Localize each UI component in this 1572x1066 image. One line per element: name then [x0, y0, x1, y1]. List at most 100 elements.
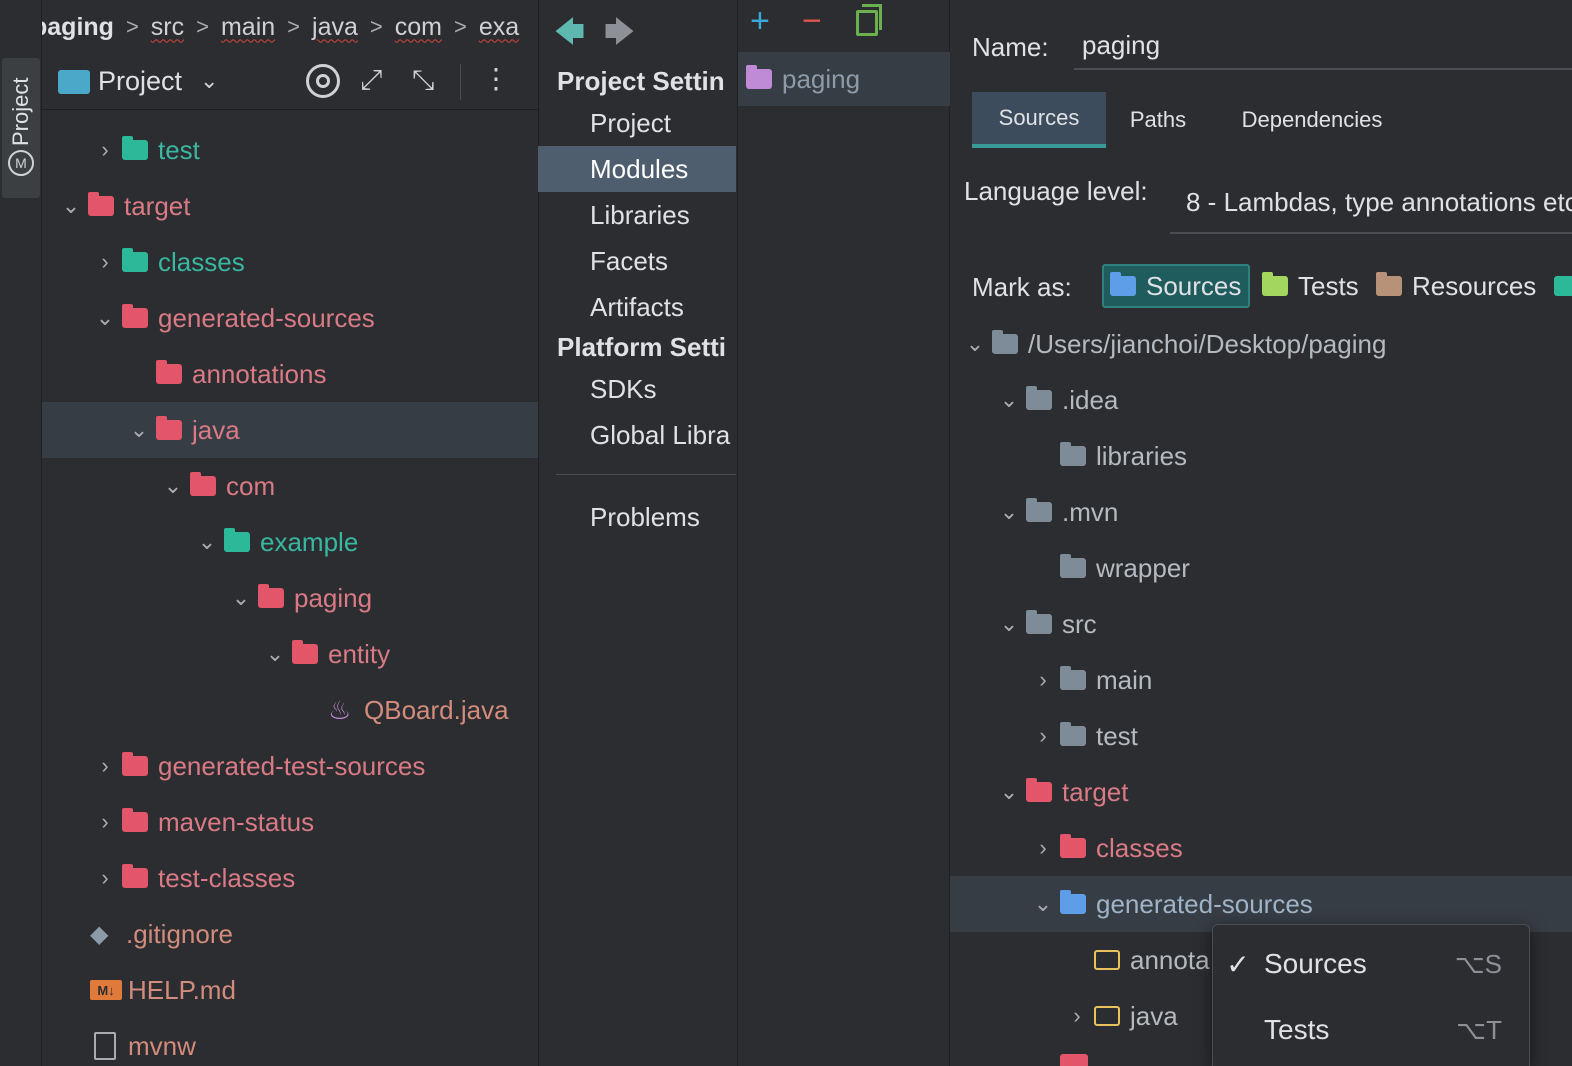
mark-as-label: Mark as: — [972, 272, 1072, 302]
tree-row[interactable]: M↓ HELP.md — [42, 962, 538, 1018]
tree-row[interactable]: ♨ QBoard.java — [42, 682, 538, 738]
mark-as-tests-button[interactable]: Tests — [1256, 264, 1365, 308]
add-icon[interactable]: + — [750, 2, 770, 41]
git-icon: ◆ — [90, 920, 109, 948]
chevron-down-icon[interactable]: ⌄ — [1026, 891, 1060, 917]
remove-icon[interactable]: − — [802, 2, 822, 41]
chevron-right-icon[interactable]: › — [88, 809, 122, 835]
module-name-input[interactable]: paging — [1074, 22, 1572, 70]
chevron-down-icon[interactable]: ⌄ — [224, 585, 258, 611]
content-tree-row[interactable]: › main — [950, 652, 1572, 708]
chevron-down-icon[interactable]: ⌄ — [958, 331, 992, 357]
java-file-icon: ♨ — [328, 694, 352, 725]
chevron-right-icon[interactable]: › — [88, 865, 122, 891]
chevron-down-icon[interactable]: ⌄ — [258, 641, 292, 667]
tree-row[interactable]: › maven-status — [42, 794, 538, 850]
chevron-right-icon[interactable]: › — [88, 137, 122, 163]
chevron-down-icon[interactable]: ⌄ — [200, 68, 218, 94]
nav-item-artifacts[interactable]: Artifacts — [538, 284, 736, 330]
tree-row[interactable]: ⌄ example — [42, 514, 538, 570]
tree-row[interactable]: annotations — [42, 346, 538, 402]
tree-label: src — [1062, 608, 1097, 639]
chevron-down-icon[interactable]: ⌄ — [88, 305, 122, 331]
mark-as-resources-label: Resources — [1412, 270, 1537, 301]
content-tree-row-partial — [1060, 1054, 1088, 1066]
mark-as-sources-button[interactable]: Sources — [1102, 264, 1250, 308]
chevron-right-icon[interactable]: › — [88, 753, 122, 779]
tab-sources[interactable]: Sources — [972, 92, 1106, 148]
project-view-selector[interactable]: Project — [98, 66, 182, 97]
mark-as-resources-button[interactable]: Resources — [1370, 264, 1542, 308]
chevron-down-icon[interactable]: ⌄ — [156, 473, 190, 499]
excluded-folder-icon — [122, 752, 148, 776]
chevron-right-icon[interactable]: › — [1026, 723, 1060, 749]
breadcrumb-item-paging[interactable]: paging — [42, 13, 114, 42]
tree-row[interactable]: › classes — [42, 234, 538, 290]
breadcrumb-item-main[interactable]: main — [221, 13, 275, 42]
folder-icon — [1060, 442, 1086, 466]
breadcrumb-item-com[interactable]: com — [395, 13, 442, 42]
nav-item-libraries[interactable]: Libraries — [538, 192, 736, 238]
chevron-down-icon[interactable]: ⌄ — [992, 611, 1026, 637]
tree-row[interactable]: ⌄ generated-sources — [42, 290, 538, 346]
tree-row[interactable]: › generated-test-sources — [42, 738, 538, 794]
more-options-icon[interactable]: ⋮ — [482, 62, 510, 95]
chevron-right-icon[interactable]: › — [1060, 1003, 1094, 1029]
more-mark-button-icon[interactable] — [1554, 276, 1572, 296]
maven-icon[interactable]: M — [8, 150, 34, 176]
forward-icon[interactable]: 🡆 — [604, 10, 635, 61]
chevron-down-icon[interactable]: ⌄ — [190, 529, 224, 555]
nav-item-project[interactable]: Project — [538, 100, 736, 146]
nav-item-sdks[interactable]: SDKs — [538, 366, 736, 412]
tree-row[interactable]: ◆ .gitignore — [42, 906, 538, 962]
chevron-down-icon[interactable]: ⌄ — [54, 193, 88, 219]
content-tree-row[interactable]: ⌄ .idea — [950, 372, 1572, 428]
collapse-all-icon[interactable]: ⤡ — [412, 64, 434, 97]
content-tree-row[interactable]: ⌄ .mvn — [950, 484, 1572, 540]
content-tree-row[interactable]: libraries — [950, 428, 1572, 484]
mark-as-tests-label: Tests — [1298, 270, 1359, 301]
nav-item-global-libraries[interactable]: Global Libra — [538, 412, 736, 458]
menu-item-tests[interactable]: Tests ⌥T — [1212, 1000, 1530, 1060]
tree-row[interactable]: ⌄ target — [42, 178, 538, 234]
content-tree-row[interactable]: › classes — [950, 820, 1572, 876]
project-tool-tab-label[interactable]: Project — [4, 72, 38, 152]
chevron-right-icon[interactable]: › — [1026, 667, 1060, 693]
chevron-right-icon[interactable]: › — [88, 249, 122, 275]
nav-item-modules[interactable]: Modules — [538, 146, 736, 192]
tree-row-selected[interactable]: ⌄ java — [42, 402, 538, 458]
chevron-down-icon[interactable]: ⌄ — [992, 779, 1026, 805]
tree-row[interactable]: ⌄ paging — [42, 570, 538, 626]
breadcrumb-separator: > — [287, 14, 301, 39]
tree-row[interactable]: › test-classes — [42, 850, 538, 906]
module-row-paging[interactable]: paging — [738, 52, 950, 106]
content-tree-row[interactable]: ⌄ src — [950, 596, 1572, 652]
tab-paths[interactable]: Paths — [1110, 92, 1206, 148]
tree-label: /Users/jianchoi/Desktop/paging — [1028, 328, 1387, 359]
content-tree-row[interactable]: ⌄ target — [950, 764, 1572, 820]
chevron-down-icon[interactable]: ⌄ — [992, 387, 1026, 413]
chevron-right-icon[interactable]: › — [1026, 835, 1060, 861]
tab-dependencies[interactable]: Dependencies — [1222, 92, 1402, 148]
content-tree-row[interactable]: › test — [950, 708, 1572, 764]
generated-sources-folder-icon — [1094, 1006, 1120, 1026]
breadcrumb-item-example[interactable]: exa — [479, 13, 519, 42]
tree-label: generated-test-sources — [158, 750, 426, 781]
tree-row[interactable]: › test — [42, 122, 538, 178]
content-root-row[interactable]: ⌄ /Users/jianchoi/Desktop/paging — [950, 316, 1572, 372]
expand-all-icon[interactable]: ⤢ — [360, 64, 382, 97]
chevron-down-icon[interactable]: ⌄ — [992, 499, 1026, 525]
tree-row[interactable]: ⌄ entity — [42, 626, 538, 682]
nav-item-facets[interactable]: Facets — [538, 238, 736, 284]
resources-folder-icon — [1376, 272, 1402, 296]
content-tree-row[interactable]: wrapper — [950, 540, 1572, 596]
menu-item-sources[interactable]: ✓ Sources ⌥S — [1212, 934, 1530, 994]
back-icon[interactable]: 🡄 — [554, 10, 585, 61]
breadcrumb-item-java[interactable]: java — [312, 13, 358, 42]
tree-row[interactable]: mvnw — [42, 1018, 538, 1066]
breadcrumb-item-src[interactable]: src — [151, 13, 184, 42]
nav-item-problems[interactable]: Problems — [538, 494, 736, 540]
chevron-down-icon[interactable]: ⌄ — [122, 417, 156, 443]
tree-row[interactable]: ⌄ com — [42, 458, 538, 514]
language-level-select[interactable]: 8 - Lambdas, type annotations etc. — [1170, 172, 1572, 234]
